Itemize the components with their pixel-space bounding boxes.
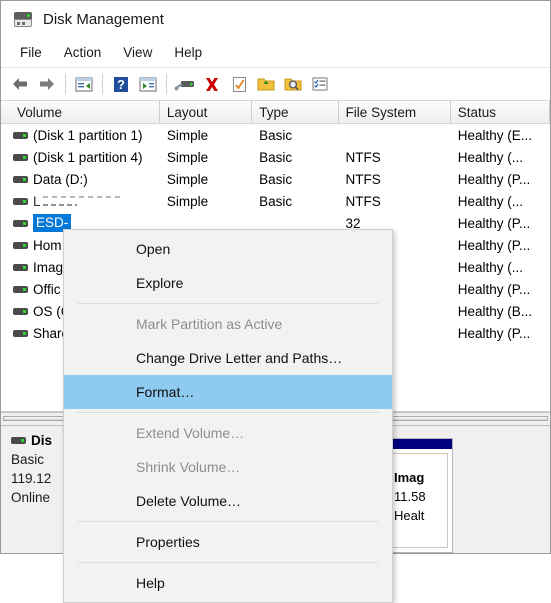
volume-drive-icon — [13, 241, 28, 250]
cell-type: Basic — [259, 193, 293, 209]
cell-status: Healthy (P... — [457, 215, 531, 231]
cell-volume: Imag — [33, 259, 64, 275]
partition-title: Imag — [394, 470, 425, 485]
cell-status: Healthy (... — [457, 149, 523, 165]
disk-name: Dis — [31, 433, 53, 448]
cell-status: Healthy (P... — [457, 281, 531, 297]
cell-volume: (Disk 1 partition 4) — [33, 149, 143, 165]
cell-volume: Offic — [33, 281, 61, 297]
context-menu-item-explore[interactable]: Explore — [64, 266, 392, 300]
checklist-icon[interactable] — [307, 71, 333, 97]
context-menu-item-open[interactable]: Open — [64, 232, 392, 266]
cell-status: Healthy (B... — [457, 303, 532, 319]
cell-volume-redacted: L — [33, 195, 125, 208]
partition-header-bar — [384, 439, 452, 449]
volume-drive-icon — [13, 153, 28, 162]
cell-type: Basic — [259, 149, 293, 165]
volume-drive-icon — [13, 175, 28, 184]
folder-up-icon[interactable] — [253, 71, 279, 97]
context-menu-separator — [78, 521, 378, 522]
cell-type: Basic — [259, 171, 293, 187]
volume-drive-icon — [13, 197, 28, 206]
partition-block[interactable]: Imag 11.58 Healt — [383, 438, 453, 553]
menu-bar: File Action View Help — [1, 38, 550, 68]
context-menu-item-delete-volume[interactable]: Delete Volume… — [64, 484, 392, 518]
column-header-type[interactable]: Type — [252, 101, 339, 123]
cell-status: Healthy (P... — [457, 325, 531, 341]
context-menu-item-shrink-volume: Shrink Volume… — [136, 459, 241, 475]
menu-view[interactable]: View — [112, 42, 163, 63]
cell-file-system: NTFS — [345, 171, 381, 187]
delete-icon[interactable] — [199, 71, 225, 97]
context-menu-item-change-drive-letter-and-paths[interactable]: Change Drive Letter and Paths… — [64, 341, 392, 375]
volume-drive-icon — [13, 329, 28, 338]
back-icon[interactable] — [7, 71, 33, 97]
volume-list-header: Volume Layout Type File System Status — [1, 101, 550, 124]
forward-icon[interactable] — [34, 71, 60, 97]
cell-volume: (Disk 1 partition 1) — [33, 127, 143, 143]
disk-properties-icon[interactable] — [172, 71, 198, 97]
volume-drive-icon — [13, 219, 28, 228]
column-header-file-system[interactable]: File System — [338, 101, 451, 123]
toolbar-separator — [166, 74, 167, 94]
cell-status: Healthy (P... — [457, 237, 531, 253]
cell-file-system: NTFS — [345, 193, 381, 209]
partition-size: 11.58 — [394, 489, 426, 504]
cell-layout: Simple — [166, 149, 209, 165]
show-hide-action-pane-icon[interactable] — [135, 71, 161, 97]
cell-volume: Data (D:) — [33, 171, 88, 187]
column-header-status[interactable]: Status — [450, 101, 550, 123]
cell-layout: Simple — [166, 193, 209, 209]
toolbar-separator — [102, 74, 103, 94]
context-menu-separator — [78, 562, 378, 563]
disk-drive-icon — [11, 436, 26, 445]
context-menu-item-format[interactable]: Format… — [64, 375, 392, 409]
toolbar: ? — [1, 68, 550, 101]
context-menu-item-help[interactable]: Help — [64, 566, 392, 600]
table-row[interactable]: (Disk 1 partition 4) Simple Basic NTFS H… — [1, 146, 550, 168]
context-menu-separator — [78, 412, 378, 413]
cell-status: Healthy (... — [457, 259, 523, 275]
cell-type: Basic — [259, 127, 293, 143]
menu-action[interactable]: Action — [53, 42, 113, 63]
rescan-disks-icon[interactable] — [226, 71, 252, 97]
help-icon[interactable]: ? — [108, 71, 134, 97]
context-menu-item-extend-volume: Extend Volume… — [136, 425, 245, 441]
table-row[interactable]: (Disk 1 partition 1) Simple Basic Health… — [1, 124, 550, 146]
cell-status: Healthy (E... — [457, 127, 532, 143]
svg-text:?: ? — [117, 77, 125, 92]
volume-drive-icon — [13, 131, 28, 140]
disk-drive-icon — [13, 11, 33, 28]
menu-help[interactable]: Help — [163, 42, 213, 63]
cell-layout: Simple — [166, 127, 209, 143]
table-row[interactable]: L Simple Basic NTFS Healthy (... — [1, 190, 550, 212]
volume-drive-icon — [13, 307, 28, 316]
cell-file-system: NTFS — [345, 149, 381, 165]
context-menu-item-mark-partition-as-active: Mark Partition as Active — [136, 316, 283, 332]
disk-management-window: Disk Management File Action View Help ? … — [0, 0, 551, 603]
column-header-layout[interactable]: Layout — [159, 101, 253, 123]
cell-status: Healthy (... — [457, 193, 523, 209]
title-bar: Disk Management — [1, 1, 550, 38]
menu-file[interactable]: File — [9, 42, 53, 63]
cell-status: Healthy (P... — [457, 171, 531, 187]
window-title: Disk Management — [43, 11, 164, 28]
volume-drive-icon — [13, 285, 28, 294]
context-menu-separator — [78, 303, 378, 304]
cell-volume: Hom — [33, 237, 62, 253]
toolbar-separator — [65, 74, 66, 94]
volume-drive-icon — [13, 263, 28, 272]
cell-layout: Simple — [166, 171, 209, 187]
table-row[interactable]: Data (D:) Simple Basic NTFS Healthy (P..… — [1, 168, 550, 190]
volume-context-menu: Open Explore Mark Partition as Active Ch… — [63, 229, 393, 603]
column-header-volume[interactable]: Volume — [10, 101, 160, 123]
show-hide-console-tree-icon[interactable] — [71, 71, 97, 97]
partition-status: Healt — [394, 508, 425, 523]
search-folder-icon[interactable] — [280, 71, 306, 97]
